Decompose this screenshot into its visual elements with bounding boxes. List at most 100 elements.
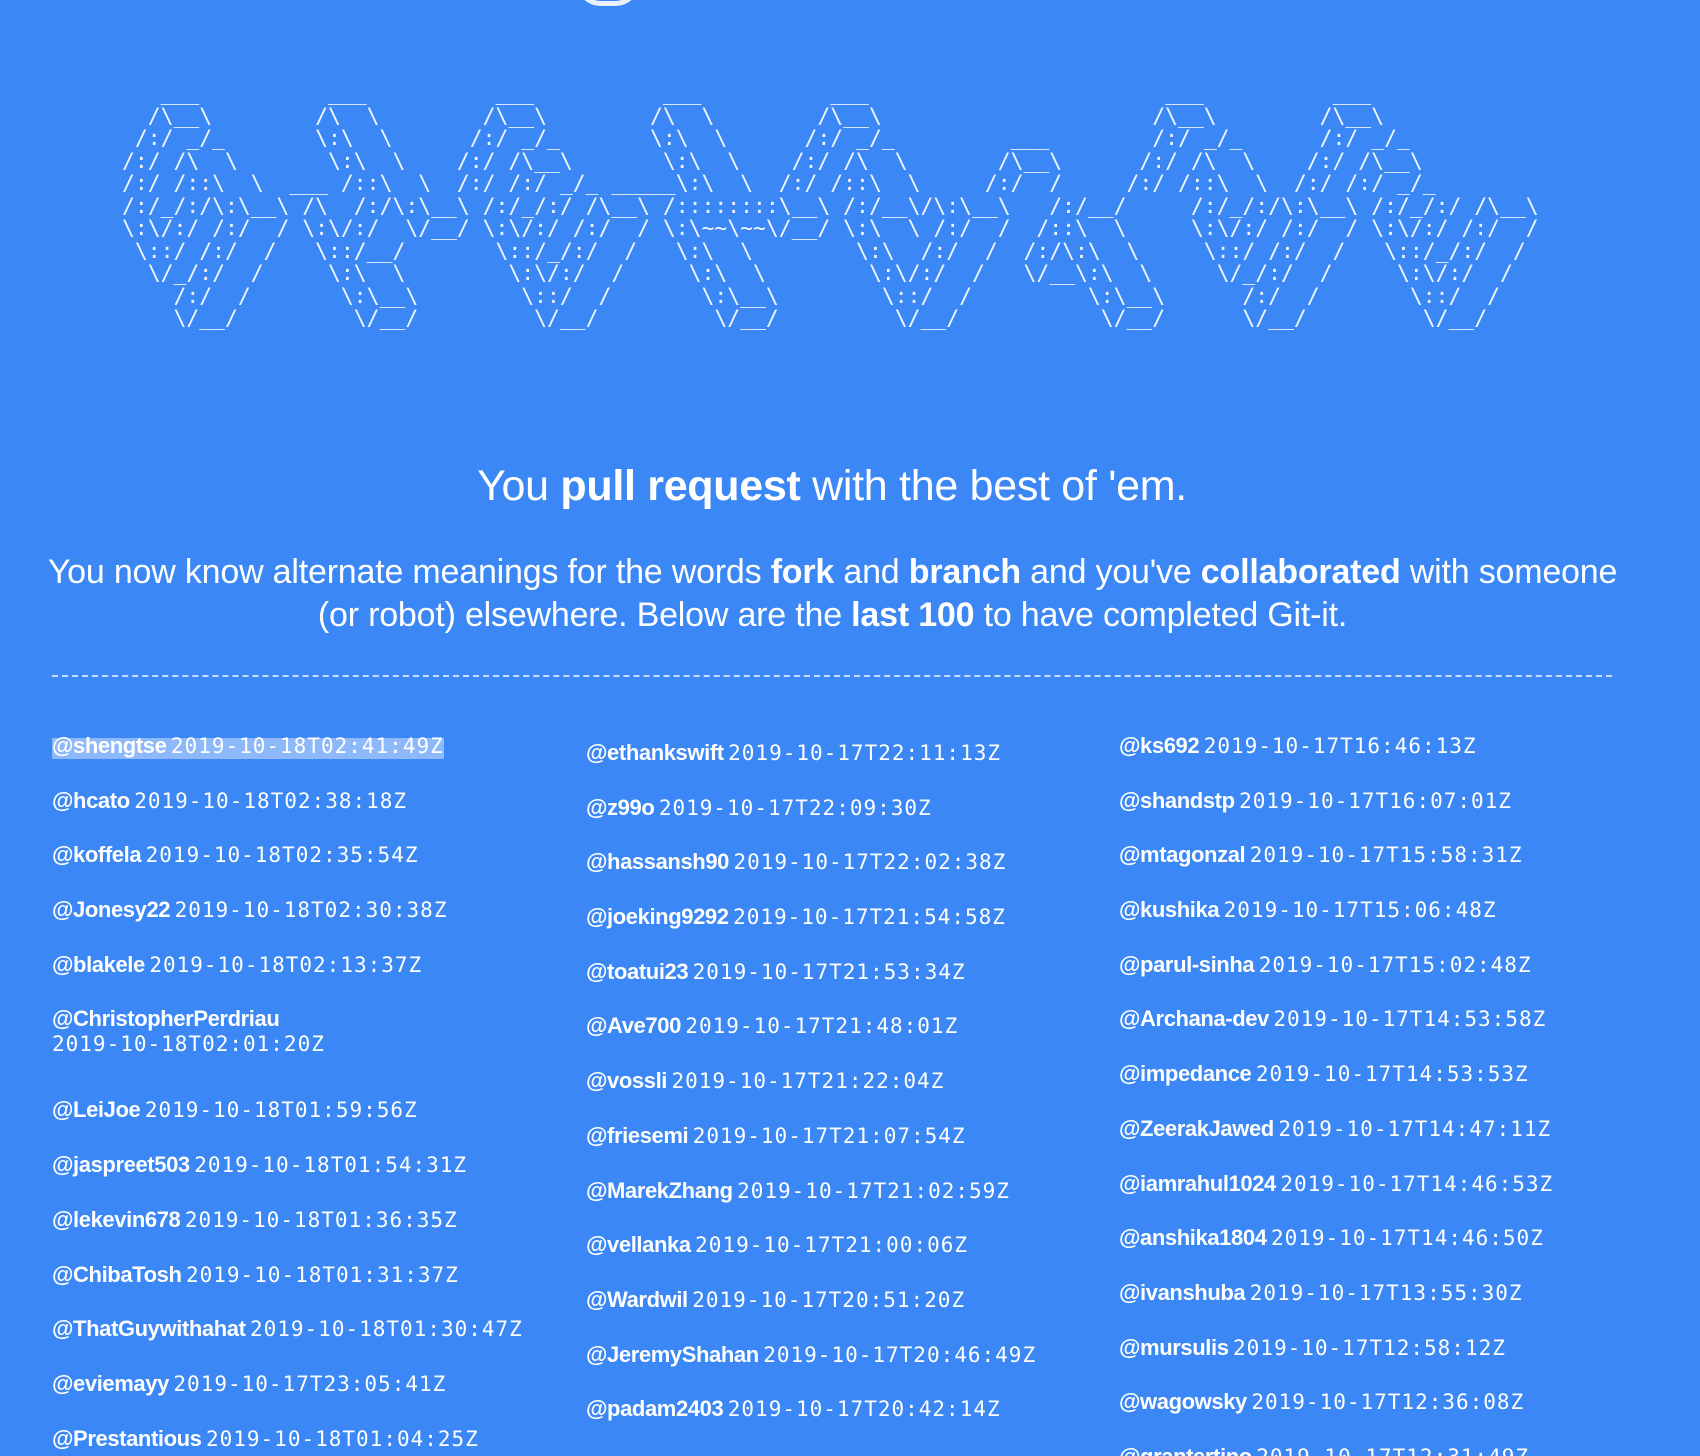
completion-time: 2019-10-17T14:53:58Z (1273, 1007, 1547, 1032)
username-link[interactable]: @Wardwil (586, 1287, 688, 1312)
completion-time: 2019-10-18T02:38:18Z (134, 788, 408, 813)
completer-entry: @joeking9292 2019-10-17T21:54:58Z (586, 904, 1056, 959)
username-link[interactable]: @blakele (52, 952, 145, 977)
completion-time: 2019-10-18T01:04:25Z (205, 1426, 479, 1451)
completion-time: 2019-10-17T16:07:01Z (1239, 788, 1512, 813)
completion-time: 2019-10-18T02:13:37Z (149, 952, 423, 977)
username-link[interactable]: @kushika (1119, 897, 1220, 922)
completer-entry: @padam2403 2019-10-17T20:42:14Z (586, 1396, 1056, 1451)
completer-entry: @Prestantious 2019-10-18T01:04:25Z (52, 1426, 522, 1456)
completers-column-2: @ethankswift 2019-10-17T22:11:13Z @z99o … (586, 740, 1056, 1451)
completion-time: 2019-10-18T01:36:35Z (184, 1207, 458, 1232)
completion-time: 2019-10-17T21:53:34Z (692, 959, 966, 984)
completer-entry: @toatui23 2019-10-17T21:53:34Z (586, 959, 1056, 1014)
completer-entry: @vossli 2019-10-17T21:22:04Z (586, 1068, 1056, 1123)
username-link[interactable]: @Archana-dev (1119, 1006, 1269, 1031)
tagline: You pull request with the best of 'em. (0, 458, 1664, 514)
completer-entry: @ChibaTosh 2019-10-18T01:31:37Z (52, 1262, 522, 1317)
username-link[interactable]: @joeking9292 (586, 904, 729, 929)
completer-entry: @Ave700 2019-10-17T21:48:01Z (586, 1013, 1056, 1068)
username-link[interactable]: @wagowsky (1119, 1389, 1247, 1414)
username-link[interactable]: @ChibaTosh (52, 1262, 182, 1287)
completer-entry: @lekevin678 2019-10-18T01:36:35Z (52, 1207, 522, 1262)
username-link[interactable]: @friesemi (586, 1123, 689, 1148)
username-link[interactable]: @LeiJoe (52, 1097, 141, 1122)
completer-entry: @z99o 2019-10-17T22:09:30Z (586, 795, 1056, 850)
completer-entry: @koffela 2019-10-18T02:35:54Z (52, 842, 522, 897)
username-link[interactable]: @jaspreet503 (52, 1152, 190, 1177)
username-link[interactable]: @ivanshuba (1119, 1280, 1246, 1305)
username-link[interactable]: @vossli (586, 1068, 667, 1093)
intro-bold-collaborated: collaborated (1200, 553, 1401, 591)
username-link[interactable]: @mursulis (1119, 1335, 1229, 1360)
username-link[interactable]: @z99o (586, 795, 655, 820)
intro-text-1: You now know alternate meanings for the … (47, 553, 771, 591)
completion-time: 2019-10-17T14:53:53Z (1255, 1062, 1529, 1087)
completion-time: 2019-10-17T14:47:11Z (1278, 1116, 1552, 1141)
username-link[interactable]: @toatui23 (586, 959, 689, 984)
completion-time: 2019-10-18T02:01:20Z (52, 1032, 325, 1057)
username-link[interactable]: @grantertino (1119, 1444, 1252, 1456)
username-link[interactable]: @lekevin678 (52, 1207, 181, 1232)
completion-time: 2019-10-17T21:02:59Z (737, 1178, 1010, 1203)
completers-column-3: @ks692 2019-10-17T16:46:13Z @shandstp 20… (1119, 733, 1589, 1456)
intro-bold-branch: branch (908, 553, 1021, 591)
intro-text-2: and (834, 553, 909, 591)
completer-entry: @ivanshuba 2019-10-17T13:55:30Z (1119, 1280, 1589, 1335)
completion-time: 2019-10-17T23:05:41Z (173, 1371, 447, 1396)
intro-text-5: to have completed Git-it. (974, 596, 1348, 634)
completion-time: 2019-10-17T12:58:12Z (1233, 1335, 1506, 1360)
completion-time: 2019-10-17T14:46:50Z (1270, 1226, 1544, 1251)
completion-time: 2019-10-18T01:54:31Z (194, 1153, 468, 1178)
username-link[interactable]: @vellanka (586, 1232, 691, 1257)
ascii-logo: ___ ___ ___ ___ ___ ___ ___ /\__\ /\ \ /… (122, 83, 1582, 368)
completion-time: 2019-10-17T15:58:31Z (1249, 843, 1523, 868)
username-link[interactable]: @shengtse (52, 733, 167, 758)
username-link[interactable]: @ks692 (1119, 733, 1200, 758)
username-link[interactable]: @ChristopherPerdriau (52, 1006, 280, 1031)
username-link[interactable]: @ethankswift (586, 740, 724, 765)
completer-entry: @parul-sinha 2019-10-17T15:02:48Z (1119, 952, 1589, 1007)
completer-entry: @ks692 2019-10-17T16:46:13Z (1119, 733, 1589, 788)
completer-entry: @kushika 2019-10-17T15:06:48Z (1119, 897, 1589, 952)
username-link[interactable]: @padam2403 (586, 1396, 724, 1421)
completer-entry: @grantertino 2019-10-17T12:31:49Z (1119, 1444, 1589, 1456)
username-link[interactable]: @Prestantious (52, 1426, 202, 1451)
intro-bold-last-100: last 100 (851, 596, 975, 634)
username-link[interactable]: @Jonesy22 (52, 897, 171, 922)
completion-time: 2019-10-17T12:36:08Z (1251, 1390, 1525, 1415)
completion-time: 2019-10-17T13:55:30Z (1249, 1280, 1523, 1305)
username-link[interactable]: @Ave700 (586, 1013, 681, 1038)
completer-entry: @shandstp 2019-10-17T16:07:01Z (1119, 788, 1589, 843)
username-link[interactable]: @hassansh90 (586, 849, 729, 874)
completion-time: 2019-10-17T21:07:54Z (692, 1123, 966, 1148)
completer-entry: @impedance 2019-10-17T14:53:53Z (1119, 1061, 1589, 1116)
completer-entry: @anshika1804 2019-10-17T14:46:50Z (1119, 1225, 1589, 1280)
username-link[interactable]: @MarekZhang (586, 1178, 733, 1203)
username-link[interactable]: @shandstp (1119, 788, 1235, 813)
page: ___ ___ ___ ___ ___ ___ ___ /\__\ /\ \ /… (0, 0, 1700, 1456)
username-link[interactable]: @hcato (52, 788, 130, 813)
completion-time: 2019-10-17T12:31:49Z (1256, 1445, 1529, 1456)
completion-time: 2019-10-17T21:54:58Z (733, 905, 1006, 930)
completion-time: 2019-10-18T02:41:49Z (170, 734, 444, 758)
completer-entry: @friesemi 2019-10-17T21:07:54Z (586, 1123, 1056, 1178)
completion-time: 2019-10-17T22:02:38Z (733, 850, 1007, 875)
completion-time: 2019-10-18T01:59:56Z (144, 1098, 418, 1123)
username-link[interactable]: @JeremyShahan (586, 1342, 759, 1367)
username-link[interactable]: @anshika1804 (1119, 1225, 1267, 1250)
username-link[interactable]: @iamrahul1024 (1119, 1171, 1276, 1196)
completion-time: 2019-10-17T20:42:14Z (727, 1397, 1001, 1422)
completer-entry: @eviemayy 2019-10-17T23:05:41Z (52, 1371, 522, 1426)
username-link[interactable]: @impedance (1119, 1061, 1252, 1086)
username-link[interactable]: @parul-sinha (1119, 952, 1255, 977)
completer-entry: @mursulis 2019-10-17T12:58:12Z (1119, 1335, 1589, 1390)
completion-time: 2019-10-17T20:46:49Z (763, 1342, 1037, 1367)
username-link[interactable]: @mtagonzal (1119, 842, 1246, 867)
username-link[interactable]: @eviemayy (52, 1371, 169, 1396)
username-link[interactable]: @koffela (52, 842, 142, 867)
dashed-divider (52, 675, 1612, 677)
completion-time: 2019-10-17T21:22:04Z (671, 1069, 945, 1094)
username-link[interactable]: @ThatGuywithahat (52, 1316, 246, 1341)
username-link[interactable]: @ZeerakJawed (1119, 1116, 1274, 1141)
